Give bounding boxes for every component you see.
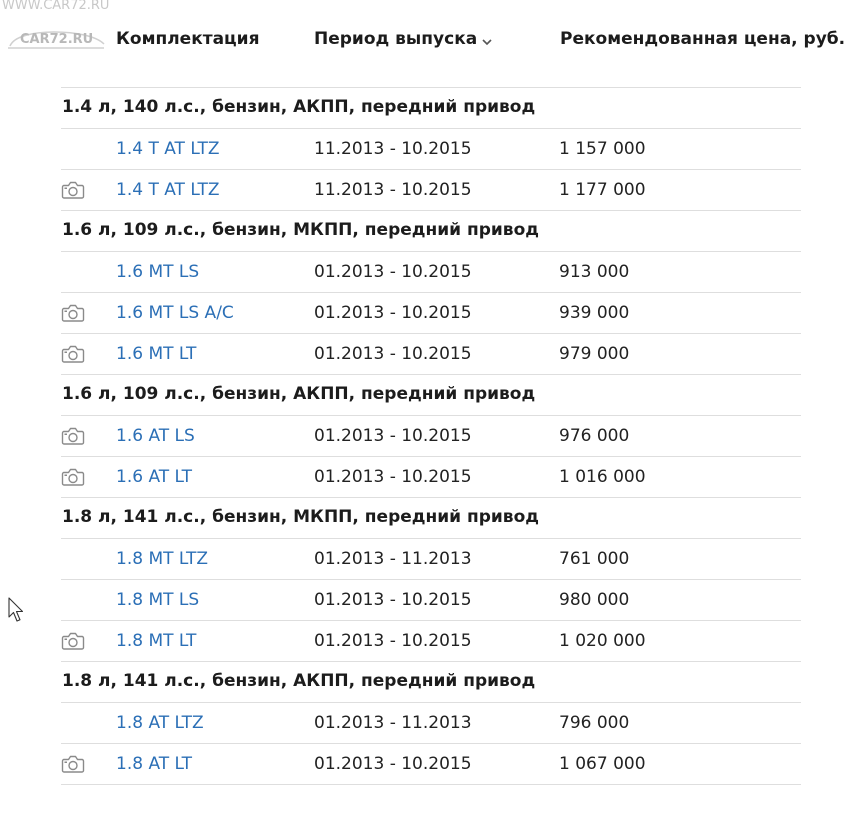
column-header-configuration: Комплектация <box>116 29 260 49</box>
trim-row: 1.8 MT LTZ 01.2013 - 11.2013 761 000 <box>61 539 801 579</box>
trim-row: 1.8 AT LT 01.2013 - 10.2015 1 067 000 <box>61 744 801 784</box>
recommended-price: 976 000 <box>559 426 630 446</box>
trim-link[interactable]: 1.6 MT LS A/C <box>116 303 234 323</box>
column-header-period-label: Период выпуска <box>314 29 478 49</box>
trim-row: 1.8 MT LT 01.2013 - 10.2015 1 020 000 <box>61 621 801 661</box>
production-period: 11.2013 - 10.2015 <box>314 139 472 159</box>
production-period: 01.2013 - 10.2015 <box>314 590 472 610</box>
camera-icon[interactable] <box>61 426 85 446</box>
production-period: 01.2013 - 10.2015 <box>314 631 472 651</box>
production-period: 01.2013 - 10.2015 <box>314 754 472 774</box>
camera-icon[interactable] <box>61 180 85 200</box>
trim-row: 1.6 AT LT 01.2013 - 10.2015 1 016 000 <box>61 457 801 497</box>
camera-icon[interactable] <box>61 631 85 651</box>
recommended-price: 796 000 <box>559 713 630 733</box>
recommended-price: 1 016 000 <box>559 467 646 487</box>
trim-row: 1.8 AT LTZ 01.2013 - 11.2013 796 000 <box>61 703 801 743</box>
production-period: 01.2013 - 10.2015 <box>314 303 472 323</box>
recommended-price: 980 000 <box>559 590 630 610</box>
recommended-price: 1 020 000 <box>559 631 646 651</box>
recommended-price: 939 000 <box>559 303 630 323</box>
recommended-price: 913 000 <box>559 262 630 282</box>
recommended-price: 979 000 <box>559 344 630 364</box>
chevron-down-icon <box>481 32 493 46</box>
trim-link[interactable]: 1.4 T AT LTZ <box>116 180 220 200</box>
trim-row: 1.8 MT LS 01.2013 - 10.2015 980 000 <box>61 580 801 620</box>
camera-icon[interactable] <box>61 344 85 364</box>
trim-link[interactable]: 1.8 MT LT <box>116 631 196 651</box>
trim-link[interactable]: 1.8 MT LS <box>116 590 199 610</box>
group-title: 1.8 л, 141 л.с., бензин, МКПП, передний … <box>62 507 539 527</box>
trim-link[interactable]: 1.6 MT LS <box>116 262 199 282</box>
trim-link[interactable]: 1.8 AT LT <box>116 754 192 774</box>
recommended-price: 761 000 <box>559 549 630 569</box>
group-row: 1.8 л, 141 л.с., бензин, МКПП, передний … <box>61 498 801 538</box>
trim-row: 1.4 T AT LTZ 11.2013 - 10.2015 1 157 000 <box>61 129 801 169</box>
table-header: Комплектация Период выпуска Рекомендован… <box>0 26 859 56</box>
group-row: 1.8 л, 141 л.с., бензин, АКПП, передний … <box>61 662 801 702</box>
production-period: 11.2013 - 10.2015 <box>314 180 472 200</box>
production-period: 01.2013 - 10.2015 <box>314 426 472 446</box>
trim-link[interactable]: 1.8 MT LTZ <box>116 549 208 569</box>
row-divider <box>61 784 801 785</box>
trim-link[interactable]: 1.6 AT LS <box>116 426 195 446</box>
column-header-price: Рекомендованная цена, руб. <box>560 29 846 49</box>
trim-link[interactable]: 1.8 AT LTZ <box>116 713 204 733</box>
production-period: 01.2013 - 10.2015 <box>314 467 472 487</box>
trim-link[interactable]: 1.4 T AT LTZ <box>116 139 220 159</box>
mouse-cursor-icon <box>8 597 26 625</box>
group-row: 1.6 л, 109 л.с., бензин, МКПП, передний … <box>61 211 801 251</box>
production-period: 01.2013 - 11.2013 <box>314 549 472 569</box>
trim-link[interactable]: 1.6 AT LT <box>116 467 192 487</box>
trim-table: 1.4 л, 140 л.с., бензин, АКПП, передний … <box>61 87 801 785</box>
group-title: 1.6 л, 109 л.с., бензин, АКПП, передний … <box>62 384 536 404</box>
recommended-price: 1 177 000 <box>559 180 646 200</box>
trim-row: 1.4 T AT LTZ 11.2013 - 10.2015 1 177 000 <box>61 170 801 210</box>
trim-row: 1.6 MT LS 01.2013 - 10.2015 913 000 <box>61 252 801 292</box>
camera-icon[interactable] <box>61 754 85 774</box>
group-row: 1.6 л, 109 л.с., бензин, АКПП, передний … <box>61 375 801 415</box>
trim-row: 1.6 MT LS A/C 01.2013 - 10.2015 939 000 <box>61 293 801 333</box>
recommended-price: 1 157 000 <box>559 139 646 159</box>
group-row: 1.4 л, 140 л.с., бензин, АКПП, передний … <box>61 88 801 128</box>
production-period: 01.2013 - 11.2013 <box>314 713 472 733</box>
camera-icon[interactable] <box>61 467 85 487</box>
recommended-price: 1 067 000 <box>559 754 646 774</box>
camera-icon[interactable] <box>61 303 85 323</box>
production-period: 01.2013 - 10.2015 <box>314 344 472 364</box>
group-title: 1.6 л, 109 л.с., бензин, МКПП, передний … <box>62 220 539 240</box>
trim-link[interactable]: 1.6 MT LT <box>116 344 196 364</box>
group-title: 1.4 л, 140 л.с., бензин, АКПП, передний … <box>62 97 536 117</box>
column-header-period[interactable]: Период выпуска <box>314 29 493 49</box>
group-title: 1.8 л, 141 л.с., бензин, АКПП, передний … <box>62 671 536 691</box>
trim-row: 1.6 MT LT 01.2013 - 10.2015 979 000 <box>61 334 801 374</box>
production-period: 01.2013 - 10.2015 <box>314 262 472 282</box>
trim-row: 1.6 AT LS 01.2013 - 10.2015 976 000 <box>61 416 801 456</box>
watermark-url: WWW.CAR72.RU <box>2 0 110 13</box>
